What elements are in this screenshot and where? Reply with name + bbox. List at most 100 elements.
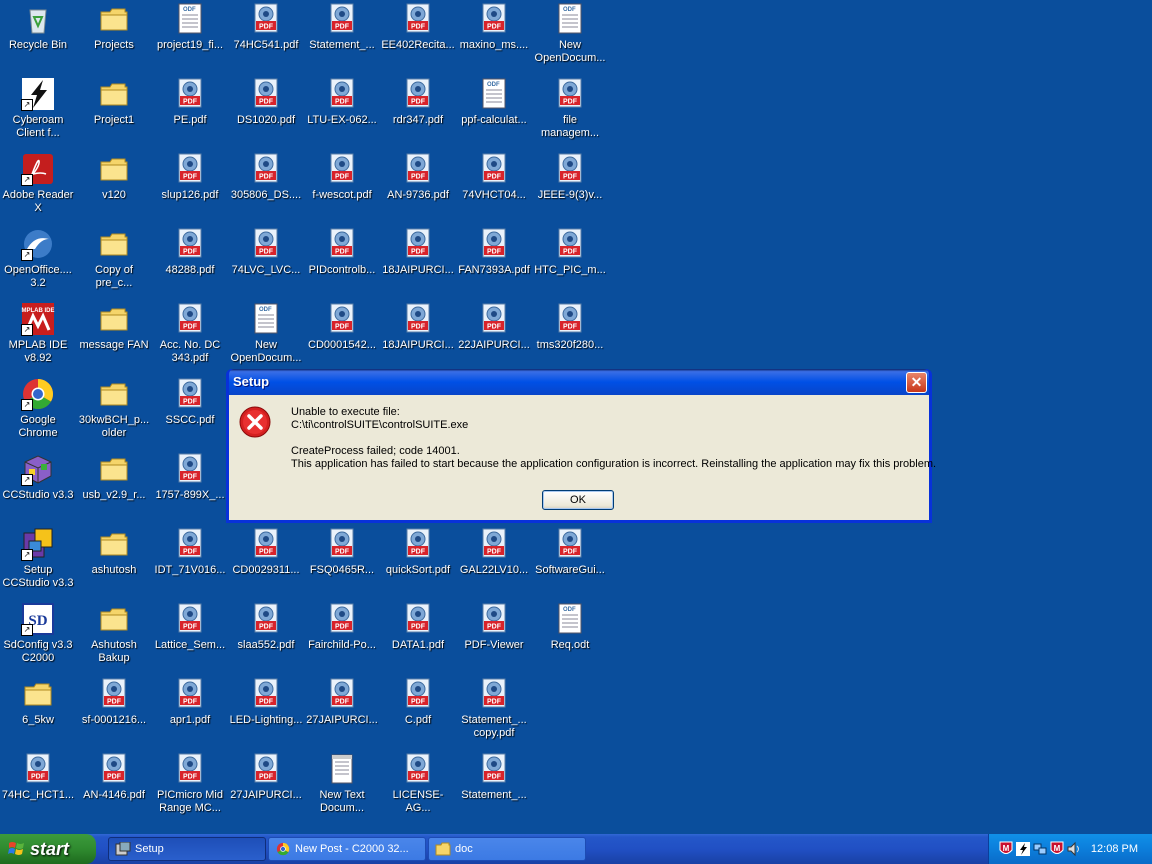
desktop-icon[interactable]: ODF New OpenDocum... — [228, 300, 304, 365]
desktop-icon[interactable]: PDF 27JAIPURCI... — [228, 750, 304, 802]
desktop-icon[interactable]: ashutosh — [76, 525, 152, 577]
desktop-icon[interactable]: PDF PE.pdf — [152, 75, 228, 127]
desktop-icon[interactable]: PDF 27JAIPURCI... — [304, 675, 380, 727]
desktop-icon[interactable]: PDF maxino_ms.... — [456, 0, 532, 52]
desktop-icon[interactable]: PDF rdr347.pdf — [380, 75, 456, 127]
svg-text:PDF: PDF — [259, 24, 274, 31]
network-icon[interactable] — [1033, 841, 1047, 857]
desktop-icon[interactable]: PDF LICENSE-AG... — [380, 750, 456, 815]
desktop-icon[interactable]: ODF Req.odt — [532, 600, 608, 652]
desktop-icon[interactable]: ↗ Setup CCStudio v3.3 — [0, 525, 76, 590]
desktop-icon-label: Projects — [94, 39, 134, 51]
desktop-icon[interactable]: PDF PDF-Viewer — [456, 600, 532, 652]
desktop-icon[interactable]: ODF project19_fi... — [152, 0, 228, 52]
odf-document-icon: ODF — [477, 77, 511, 111]
desktop-icon[interactable]: PDF FSQ0465R... — [304, 525, 380, 577]
desktop-icon[interactable]: ↗ Google Chrome — [0, 375, 76, 440]
desktop-icon[interactable]: PDF slup126.pdf — [152, 150, 228, 202]
desktop-icon[interactable]: PDF 22JAIPURCI... — [456, 300, 532, 352]
desktop-icon[interactable]: PDF quickSort.pdf — [380, 525, 456, 577]
pdf-icon: PDF — [401, 152, 435, 186]
desktop-icon[interactable]: PDF 18JAIPURCI... — [380, 300, 456, 352]
desktop-icon[interactable]: PDF CD0029311... — [228, 525, 304, 577]
desktop-icon-label: EE402Recita... — [381, 39, 455, 51]
ok-button[interactable]: OK — [542, 490, 614, 510]
desktop-icon[interactable]: PDF 48288.pdf — [152, 225, 228, 277]
close-button[interactable]: ✕ — [906, 372, 927, 393]
desktop-icon[interactable]: PDF HTC_PIC_m... — [532, 225, 608, 277]
desktop-icon[interactable]: PDF EE402Recita... — [380, 0, 456, 52]
desktop-icon-label: Adobe Reader X — [2, 189, 74, 214]
desktop-icon[interactable]: PDF C.pdf — [380, 675, 456, 727]
desktop-icon-label: Acc. No. DC 343.pdf — [159, 339, 221, 364]
desktop-icon[interactable]: 30kwBCH_p... older — [76, 375, 152, 440]
desktop-icon[interactable]: PDF 74VHCT04... — [456, 150, 532, 202]
desktop-icon[interactable]: PDF file managem... — [532, 75, 608, 140]
desktop-icon[interactable]: usb_v2.9_r... — [76, 450, 152, 502]
desktop-icon[interactable]: message FAN — [76, 300, 152, 352]
desktop-icon[interactable]: PDF Statement_... — [456, 750, 532, 802]
desktop-icon[interactable]: ↗ Cyberoam Client f... — [0, 75, 76, 140]
desktop-icon[interactable]: 6_5kw — [0, 675, 76, 727]
taskbar-button-chrome[interactable]: New Post - C2000 32... — [268, 837, 426, 861]
taskbar-button-doc[interactable]: doc — [428, 837, 586, 861]
desktop-icon[interactable]: PDF Lattice_Sem... — [152, 600, 228, 652]
start-button[interactable]: start — [0, 834, 96, 864]
desktop-icon[interactable]: PDF Acc. No. DC 343.pdf — [152, 300, 228, 365]
mcafee-icon[interactable]: M — [999, 841, 1013, 857]
desktop-icon[interactable]: PDF 18JAIPURCI... — [380, 225, 456, 277]
desktop-icon[interactable]: New Text Docum... — [304, 750, 380, 815]
desktop-icon[interactable]: Project1 — [76, 75, 152, 127]
desktop-icon[interactable]: PDF GAL22LV10... — [456, 525, 532, 577]
desktop-icon[interactable]: ↗ OpenOffice.... 3.2 — [0, 225, 76, 290]
desktop-icon[interactable]: PDF IDT_71V016... — [152, 525, 228, 577]
desktop-icon[interactable]: PDF CD0001542... — [304, 300, 380, 352]
mcafee-shield-icon[interactable]: M — [1050, 841, 1064, 857]
desktop-icon[interactable]: SD ↗ SdConfig v3.3 C2000 — [0, 600, 76, 665]
desktop-icon[interactable]: PDF DATA1.pdf — [380, 600, 456, 652]
desktop-icon[interactable]: PDF SSCC.pdf — [152, 375, 228, 427]
desktop-icon[interactable]: PDF Fairchild-Po... — [304, 600, 380, 652]
desktop-icon[interactable]: PDF sf-0001216... — [76, 675, 152, 727]
desktop-icon[interactable]: PDF 74HC_HCT1... — [0, 750, 76, 802]
folder-icon — [97, 302, 131, 336]
cyberoam-tray-icon[interactable] — [1016, 841, 1030, 857]
desktop-icon[interactable]: MPLAB IDE ↗ MPLAB IDE v8.92 — [0, 300, 76, 365]
desktop-icon[interactable]: PDF apr1.pdf — [152, 675, 228, 727]
desktop-icon[interactable]: PDF tms320f280... — [532, 300, 608, 352]
desktop-icon[interactable]: PDF PIDcontrolb... — [304, 225, 380, 277]
desktop-icon[interactable]: v120 — [76, 150, 152, 202]
desktop-icon[interactable]: ↗ CCStudio v3.3 — [0, 450, 76, 502]
taskbar-button-setup[interactable]: Setup — [108, 837, 266, 861]
desktop-icon-label: 48288.pdf — [165, 264, 215, 276]
desktop-icon[interactable]: PDF PICmicro Mid Range MC... — [152, 750, 228, 815]
svg-text:PDF: PDF — [183, 624, 198, 631]
desktop-icon[interactable]: PDF AN-4146.pdf — [76, 750, 152, 802]
desktop-icon[interactable]: Copy of pre_c... — [76, 225, 152, 290]
desktop-icon[interactable]: PDF Statement_... — [304, 0, 380, 52]
desktop-icon[interactable]: PDF LED-Lighting... — [228, 675, 304, 727]
desktop-icon[interactable]: Recycle Bin — [0, 0, 76, 52]
desktop-icon-label: 27JAIPURCI... — [306, 714, 378, 726]
desktop-icon[interactable]: PDF 1757-899X_... — [152, 450, 228, 502]
desktop-icon[interactable]: PDF JEEE-9(3)v... — [532, 150, 608, 202]
desktop-icon[interactable]: PDF 305806_DS.... — [228, 150, 304, 202]
pdf-icon: PDF — [173, 77, 207, 111]
desktop-icon[interactable]: PDF DS1020.pdf — [228, 75, 304, 127]
desktop-icon[interactable]: PDF AN-9736.pdf — [380, 150, 456, 202]
desktop-icon[interactable]: ODF ppf-calculat... — [456, 75, 532, 127]
desktop-icon[interactable]: Projects — [76, 0, 152, 52]
dialog-titlebar[interactable]: Setup ✕ — [229, 369, 929, 395]
desktop-icon[interactable]: PDF 74HC541.pdf — [228, 0, 304, 52]
desktop-icon[interactable]: Ashutosh Bakup — [76, 600, 152, 665]
desktop-icon[interactable]: PDF SoftwareGui... — [532, 525, 608, 577]
desktop-icon[interactable]: PDF 74LVC_LVC... — [228, 225, 304, 277]
desktop-icon[interactable]: PDF LTU-EX-062... — [304, 75, 380, 127]
desktop-icon[interactable]: ODF New OpenDocum... — [532, 0, 608, 65]
desktop-icon[interactable]: PDF Statement_... copy.pdf — [456, 675, 532, 740]
desktop-icon[interactable]: PDF FAN7393A.pdf — [456, 225, 532, 277]
volume-icon[interactable] — [1067, 841, 1081, 857]
desktop-icon[interactable]: PDF slaa552.pdf — [228, 600, 304, 652]
desktop-icon[interactable]: ↗ Adobe Reader X — [0, 150, 76, 215]
desktop-icon[interactable]: PDF f-wescot.pdf — [304, 150, 380, 202]
